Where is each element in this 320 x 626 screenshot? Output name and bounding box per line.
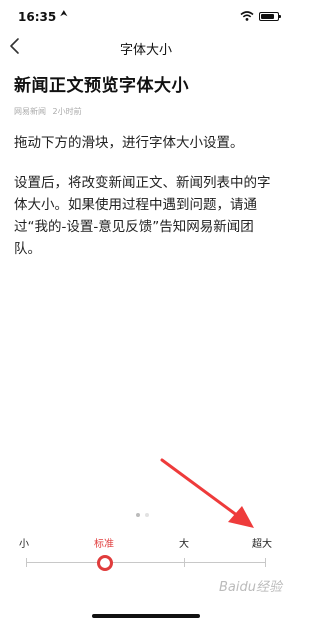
article-paragraph: 拖动下方的滑块，进行字体大小设置。 — [14, 135, 244, 151]
pager-dot — [136, 513, 140, 517]
font-size-option-extra-large[interactable]: 超大 — [252, 535, 272, 550]
slider-tick — [184, 558, 185, 567]
slider-tick — [26, 558, 27, 567]
wifi-icon — [240, 11, 254, 21]
article-headline: 新闻正文预览字体大小 — [14, 76, 189, 96]
article-meta: 网易新闻 2小时前 — [14, 106, 280, 120]
article-preview: 新闻正文预览字体大小 网易新闻 2小时前 拖动下方的滑块，进行字体大小设置。 设… — [14, 72, 280, 260]
annotation-arrow — [160, 458, 254, 528]
status-bar: 16:35 ⮝ — [0, 0, 292, 30]
font-size-option-standard[interactable]: 标准 — [94, 535, 114, 550]
font-size-option-small[interactable]: 小 — [19, 535, 29, 550]
font-size-option-large[interactable]: 大 — [179, 535, 189, 550]
watermark: Baidu经验 — [219, 580, 282, 595]
location-arrow-icon: ⮝ — [60, 9, 68, 19]
article-paragraph: 设置后，将改变新闻正文、新闻列表中的字体大小。如果使用过程中遇到问题，请通过“我… — [14, 175, 271, 257]
status-time: 16:35 — [18, 10, 57, 24]
page-title: 字体大小 — [119, 43, 172, 58]
nav-bar: 字体大小 — [0, 30, 292, 62]
slider-track[interactable] — [26, 562, 266, 563]
battery-icon — [259, 12, 281, 21]
article-source: 网易新闻 — [14, 107, 46, 116]
home-indicator — [92, 614, 200, 618]
article-time: 2小时前 — [52, 107, 82, 116]
pager-dot — [145, 513, 149, 517]
slider-thumb[interactable] — [97, 555, 113, 571]
slider-tick — [265, 558, 266, 567]
